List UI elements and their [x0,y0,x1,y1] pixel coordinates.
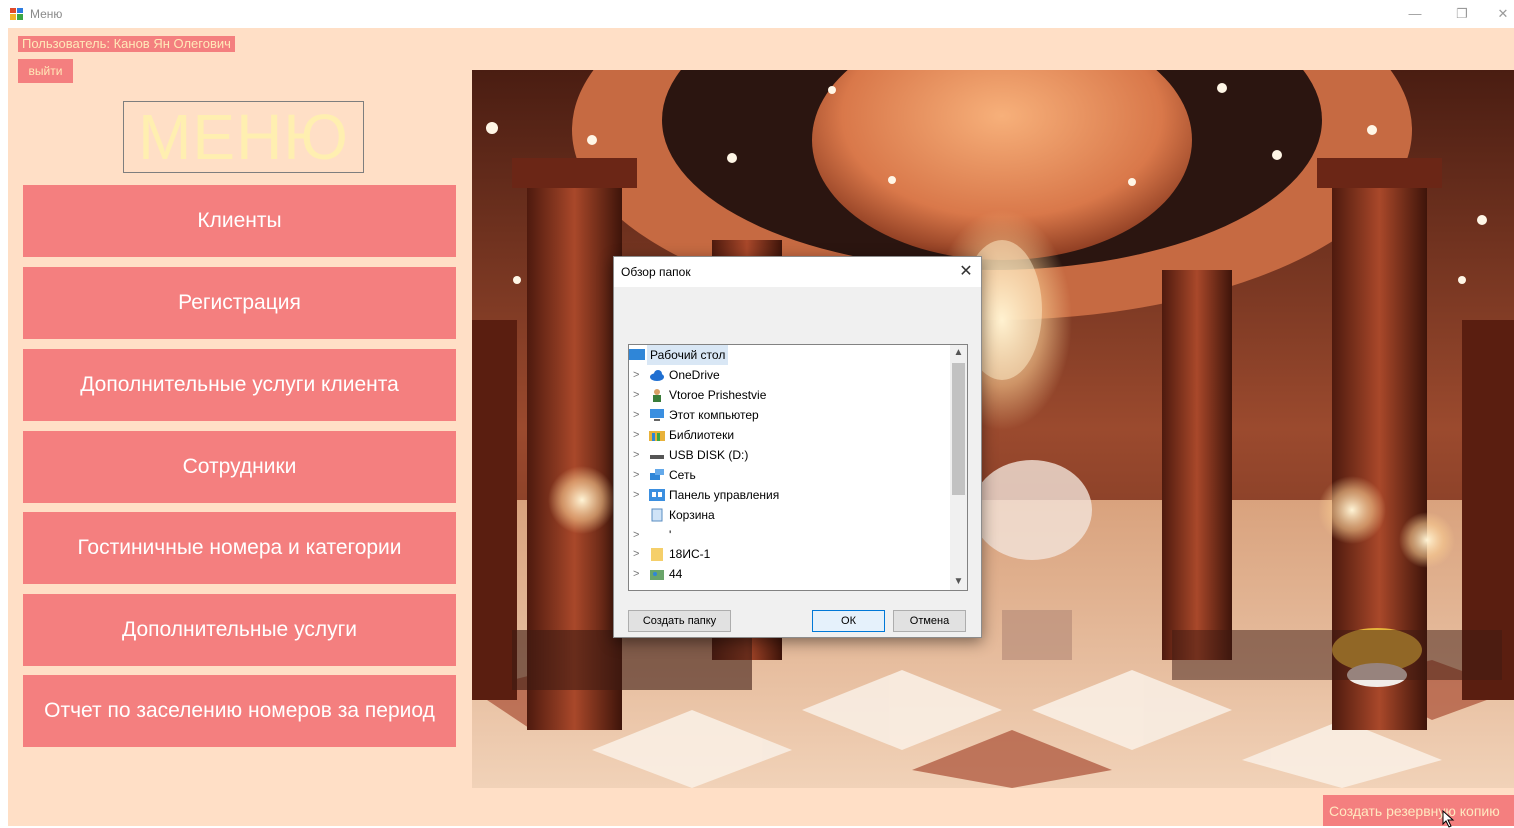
expand-icon[interactable]: > [633,405,643,425]
expand-icon[interactable]: > [633,485,643,505]
expand-icon[interactable]: > [633,385,643,405]
app-icon [10,8,23,20]
tree-scrollbar[interactable]: ▲ ▼ [950,345,967,590]
dialog-close-icon[interactable]: ✕ [954,261,978,283]
tree-item-unnamed[interactable]: > ' [629,525,949,545]
tree-item-libraries[interactable]: > Библиотеки [629,425,949,445]
registration-button[interactable]: Регистрация [23,267,456,339]
expand-icon[interactable]: > [633,445,643,465]
tree-item-usb[interactable]: > USB DISK (D:) [629,445,949,465]
expand-icon[interactable]: > [633,525,643,545]
tree-item-18is1[interactable]: > 18ИС-1 [629,544,949,564]
maximize-button[interactable]: ❐ [1451,4,1473,24]
dialog-header: Обзор папок ✕ [614,257,981,287]
browse-folder-dialog: Обзор папок ✕ Рабочий стол > OneDrive > … [613,256,982,638]
ok-button[interactable]: ОК [812,610,885,632]
tree-item-network[interactable]: > Сеть [629,465,949,485]
tree-item-control-panel[interactable]: > Панель управления [629,485,949,505]
menu-title-box: МЕНЮ [123,101,364,173]
minimize-button[interactable]: — [1404,4,1426,24]
client-extra-services-button[interactable]: Дополнительные услуги клиента [23,349,456,421]
occupancy-report-button[interactable]: Отчет по заселению номеров за период [23,675,456,747]
library-icon [649,431,665,441]
expand-icon[interactable]: > [633,564,643,584]
control-panel-icon [649,489,665,501]
folder-icon [651,548,663,561]
tree-item-desktop[interactable]: Рабочий стол [629,345,949,365]
user-label: Пользователь: Канов Ян Олегович [18,36,235,52]
mouse-cursor-icon [1442,810,1455,828]
tree-item-this-pc[interactable]: > Этот компьютер [629,405,949,425]
network-icon [650,469,664,480]
expand-icon[interactable]: > [633,465,643,485]
tree-item-onedrive[interactable]: > OneDrive [629,365,949,385]
expand-icon[interactable]: > [633,365,643,385]
dialog-title: Обзор папок [621,265,691,279]
cloud-icon [650,370,664,381]
tree-item-44[interactable]: > 44 [629,564,949,584]
desktop-icon [629,349,645,360]
recycle-bin-icon [651,508,663,522]
menu-title: МЕНЮ [138,101,349,173]
cancel-button[interactable]: Отмена [893,610,966,632]
create-backup-button[interactable]: Создать резервную копию [1323,795,1514,826]
extra-services-button[interactable]: Дополнительные услуги [23,594,456,666]
window-title: Меню [30,7,63,21]
clients-button[interactable]: Клиенты [23,185,456,257]
employees-button[interactable]: Сотрудники [23,431,456,503]
window-titlebar: Меню — ❐ ✕ [0,0,1514,28]
scroll-down-icon[interactable]: ▼ [952,574,965,590]
expand-icon[interactable]: > [633,544,643,564]
tree-item-recycle-bin[interactable]: Корзина [629,505,949,525]
new-folder-button[interactable]: Создать папку [628,610,731,632]
usb-drive-icon [650,455,664,459]
folder-tree[interactable]: Рабочий стол > OneDrive > Vtoroe Prishes… [628,344,968,591]
logout-button[interactable]: выйти [18,59,73,83]
scroll-up-icon[interactable]: ▲ [952,345,965,361]
expand-icon[interactable]: > [633,425,643,445]
user-folder-icon [653,389,661,402]
hotel-rooms-button[interactable]: Гостиничные номера и категории [23,512,456,584]
scroll-thumb[interactable] [952,363,965,495]
folder-users-icon [650,570,664,580]
tree-item-user[interactable]: > Vtoroe Prishestvie [629,385,949,405]
close-window-button[interactable]: ✕ [1492,4,1514,24]
computer-icon [650,409,664,421]
